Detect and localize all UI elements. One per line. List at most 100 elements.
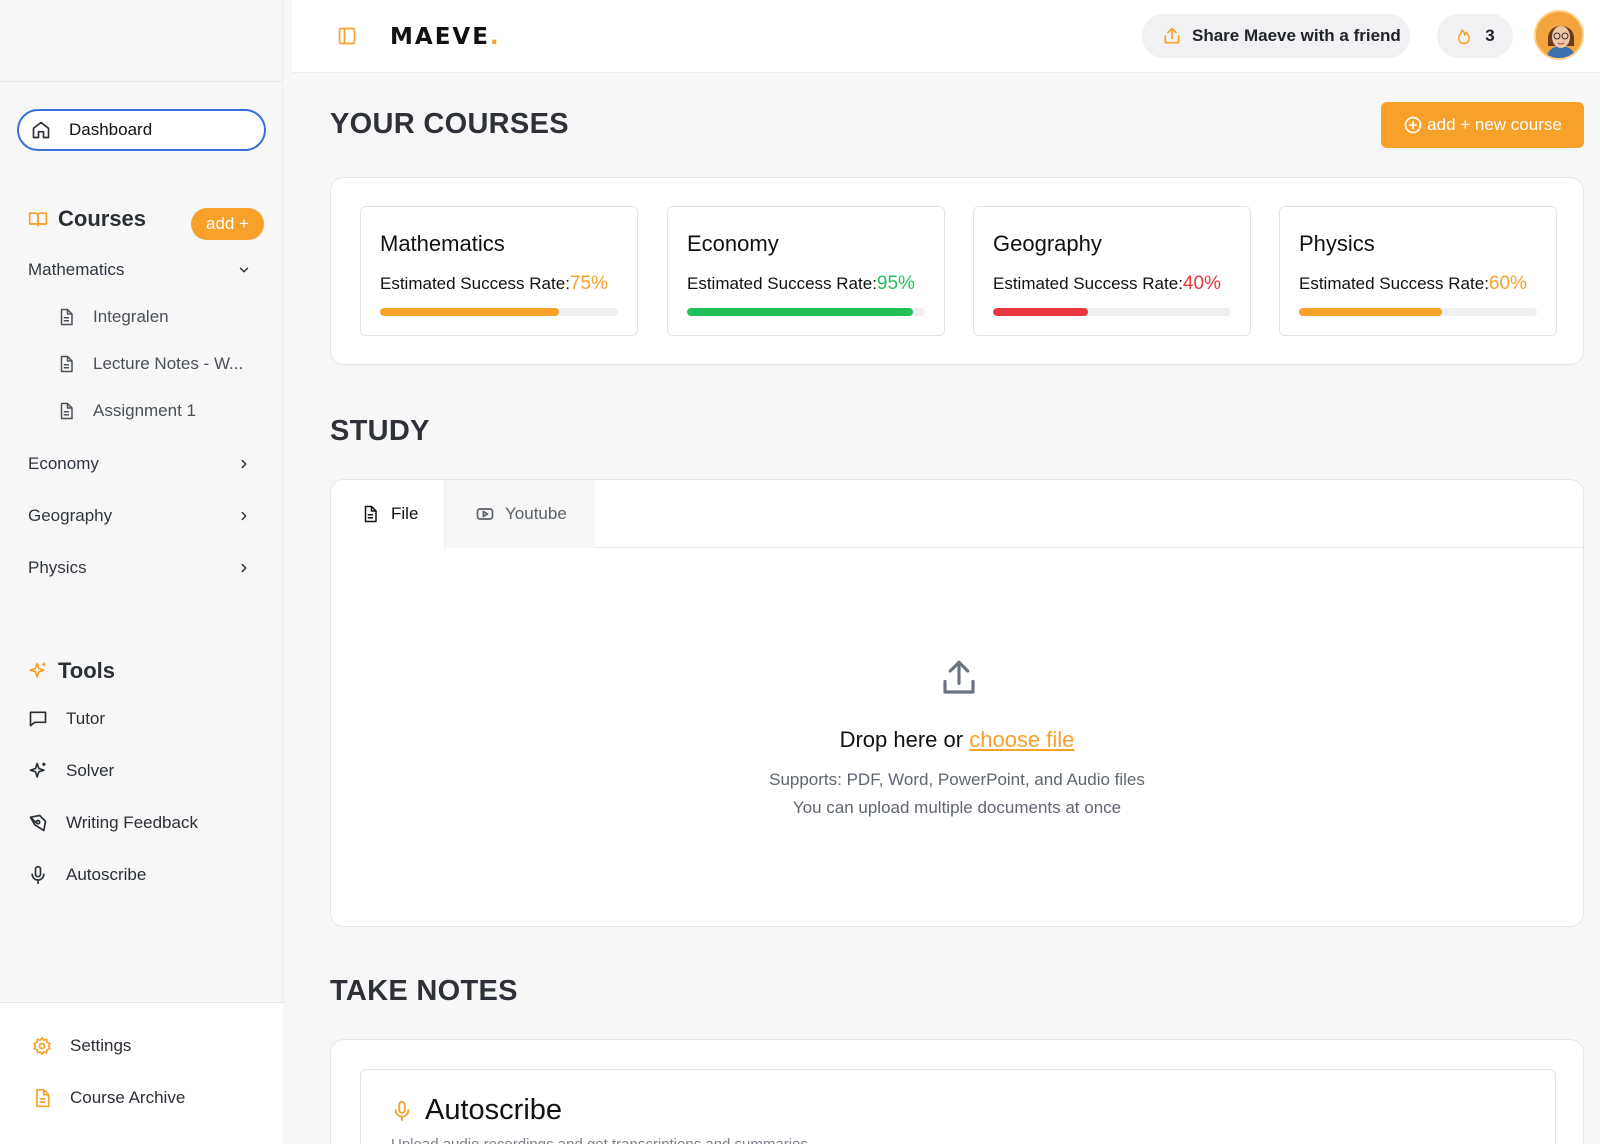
gear-icon bbox=[32, 1036, 52, 1056]
share-icon bbox=[1162, 26, 1182, 46]
course-card-geography[interactable]: Geography Estimated Success Rate:40% bbox=[973, 206, 1251, 336]
course-card-title: Mathematics bbox=[380, 231, 505, 256]
success-rate-bar bbox=[993, 308, 1231, 316]
document-icon bbox=[57, 402, 75, 420]
sidebar: Dashboard Courses add + Mathematics Inte… bbox=[0, 0, 283, 1144]
sidebar-item-settings[interactable]: Settings bbox=[32, 1036, 131, 1056]
choose-file-link[interactable]: choose file bbox=[969, 727, 1074, 752]
success-rate-label: Estimated Success Rate: bbox=[1299, 274, 1489, 293]
home-icon bbox=[31, 120, 51, 140]
sidebar-item-solver[interactable]: Solver bbox=[28, 761, 114, 781]
success-rate-bar bbox=[687, 308, 925, 316]
success-rate-fill bbox=[380, 308, 559, 316]
book-open-icon bbox=[28, 209, 48, 229]
course-label: Geography bbox=[28, 506, 113, 525]
streak-count: 3 bbox=[1485, 26, 1495, 45]
course-card-title: Economy bbox=[687, 231, 779, 256]
top-bar: MAEVE. Share Maeve with a friend 3 bbox=[292, 0, 1600, 73]
sidebar-subitem-assignment-1[interactable]: Assignment 1 bbox=[57, 401, 196, 421]
sidebar-toggle-icon[interactable] bbox=[337, 26, 357, 46]
course-card-physics[interactable]: Physics Estimated Success Rate:60% bbox=[1279, 206, 1557, 336]
multiple-upload-hint: You can upload multiple documents at onc… bbox=[792, 798, 1122, 817]
archive-document-icon bbox=[32, 1088, 52, 1108]
sidebar-item-autoscribe[interactable]: Autoscribe bbox=[28, 865, 146, 885]
success-rate-fill bbox=[687, 308, 914, 316]
courses-heading: Courses bbox=[28, 206, 146, 232]
microphone-icon bbox=[28, 865, 48, 885]
autoscribe-card[interactable]: Autoscribe Upload audio recordings and g… bbox=[360, 1069, 1556, 1144]
document-icon bbox=[57, 308, 75, 326]
success-rate-fill bbox=[993, 308, 1089, 316]
sidebar-item-geography[interactable]: Geography bbox=[28, 506, 252, 526]
share-button[interactable]: Share Maeve with a friend bbox=[1142, 14, 1410, 58]
chevron-right-icon bbox=[236, 456, 252, 472]
course-card-economy[interactable]: Economy Estimated Success Rate:95% bbox=[667, 206, 945, 336]
course-card-mathematics[interactable]: Mathematics Estimated Success Rate:75% bbox=[360, 206, 638, 336]
course-archive-label: Course Archive bbox=[70, 1088, 186, 1107]
pen-tool-icon bbox=[28, 813, 48, 833]
drop-here-label: Drop here or bbox=[839, 727, 964, 752]
take-notes-title: TAKE NOTES bbox=[330, 975, 518, 1007]
course-label: Mathematics bbox=[28, 260, 125, 279]
add-new-course-button[interactable]: add + new course bbox=[1381, 102, 1584, 148]
microphone-icon bbox=[391, 1100, 413, 1122]
sidebar-header bbox=[0, 0, 282, 82]
tab-youtube[interactable]: Youtube bbox=[445, 480, 595, 548]
success-rate-value: 95% bbox=[876, 273, 915, 294]
supported-formats-text: Supports: PDF, Word, PowerPoint, and Aud… bbox=[769, 770, 1145, 789]
subitem-label: Lecture Notes - W... bbox=[93, 354, 244, 373]
success-rate-value: 75% bbox=[569, 273, 608, 294]
drop-zone-text[interactable]: Drop here or choose file bbox=[331, 727, 1583, 753]
flame-icon bbox=[1455, 27, 1473, 45]
tool-label: Autoscribe bbox=[66, 865, 147, 884]
tab-youtube-label: Youtube bbox=[505, 504, 567, 523]
success-rate-label: Estimated Success Rate: bbox=[993, 274, 1183, 293]
tool-label: Writing Feedback bbox=[66, 813, 198, 832]
brand-name: MAEVE bbox=[390, 24, 490, 50]
sidebar-subitem-integralen[interactable]: Integralen bbox=[57, 307, 169, 327]
tools-heading: Tools bbox=[28, 658, 115, 684]
notes-panel: Autoscribe Upload audio recordings and g… bbox=[330, 1039, 1584, 1144]
course-label: Economy bbox=[28, 454, 99, 473]
success-rate-label: Estimated Success Rate: bbox=[687, 274, 877, 293]
success-rate: Estimated Success Rate:95% bbox=[687, 273, 915, 295]
success-rate-fill bbox=[1299, 308, 1442, 316]
sparkles-icon bbox=[28, 761, 48, 781]
success-rate: Estimated Success Rate:75% bbox=[380, 273, 608, 295]
sidebar-item-course-archive[interactable]: Course Archive bbox=[32, 1088, 185, 1108]
success-rate: Estimated Success Rate:40% bbox=[993, 273, 1221, 295]
plus-circle-icon bbox=[1403, 115, 1423, 135]
sidebar-item-tutor[interactable]: Tutor bbox=[28, 709, 105, 729]
document-icon bbox=[57, 355, 75, 373]
brand-logo[interactable]: MAEVE. bbox=[390, 24, 501, 50]
course-card-title: Physics bbox=[1299, 231, 1375, 256]
success-rate-bar bbox=[1299, 308, 1537, 316]
document-icon bbox=[361, 504, 381, 524]
youtube-icon bbox=[475, 504, 495, 524]
subitem-label: Integralen bbox=[93, 307, 169, 326]
study-tabs: File Youtube bbox=[331, 480, 1583, 548]
sidebar-item-mathematics[interactable]: Mathematics bbox=[28, 260, 252, 280]
autoscribe-title: Autoscribe bbox=[391, 1094, 562, 1127]
add-course-button[interactable]: add + bbox=[191, 208, 264, 240]
study-title: STUDY bbox=[330, 415, 430, 447]
sidebar-item-economy[interactable]: Economy bbox=[28, 454, 252, 474]
success-rate: Estimated Success Rate:60% bbox=[1299, 273, 1527, 295]
autoscribe-title-label: Autoscribe bbox=[425, 1094, 563, 1126]
tab-file-label: File bbox=[391, 504, 419, 523]
avatar[interactable] bbox=[1534, 10, 1584, 60]
chevron-down-icon bbox=[236, 262, 252, 278]
autoscribe-subtitle: Upload audio recordings and get transcri… bbox=[391, 1136, 808, 1144]
tool-label: Solver bbox=[66, 761, 115, 780]
sidebar-item-writing-feedback[interactable]: Writing Feedback bbox=[28, 813, 198, 833]
tab-file[interactable]: File bbox=[331, 480, 445, 548]
success-rate-value: 40% bbox=[1182, 273, 1221, 294]
success-rate-label: Estimated Success Rate: bbox=[380, 274, 570, 293]
chevron-right-icon bbox=[236, 508, 252, 524]
streak-badge[interactable]: 3 bbox=[1437, 14, 1513, 58]
sparkles-icon bbox=[28, 661, 48, 681]
sidebar-item-dashboard[interactable]: Dashboard bbox=[17, 109, 266, 151]
sidebar-item-physics[interactable]: Physics bbox=[28, 558, 252, 578]
settings-label: Settings bbox=[70, 1036, 132, 1055]
sidebar-subitem-lecture-notes[interactable]: Lecture Notes - W... bbox=[57, 354, 243, 374]
